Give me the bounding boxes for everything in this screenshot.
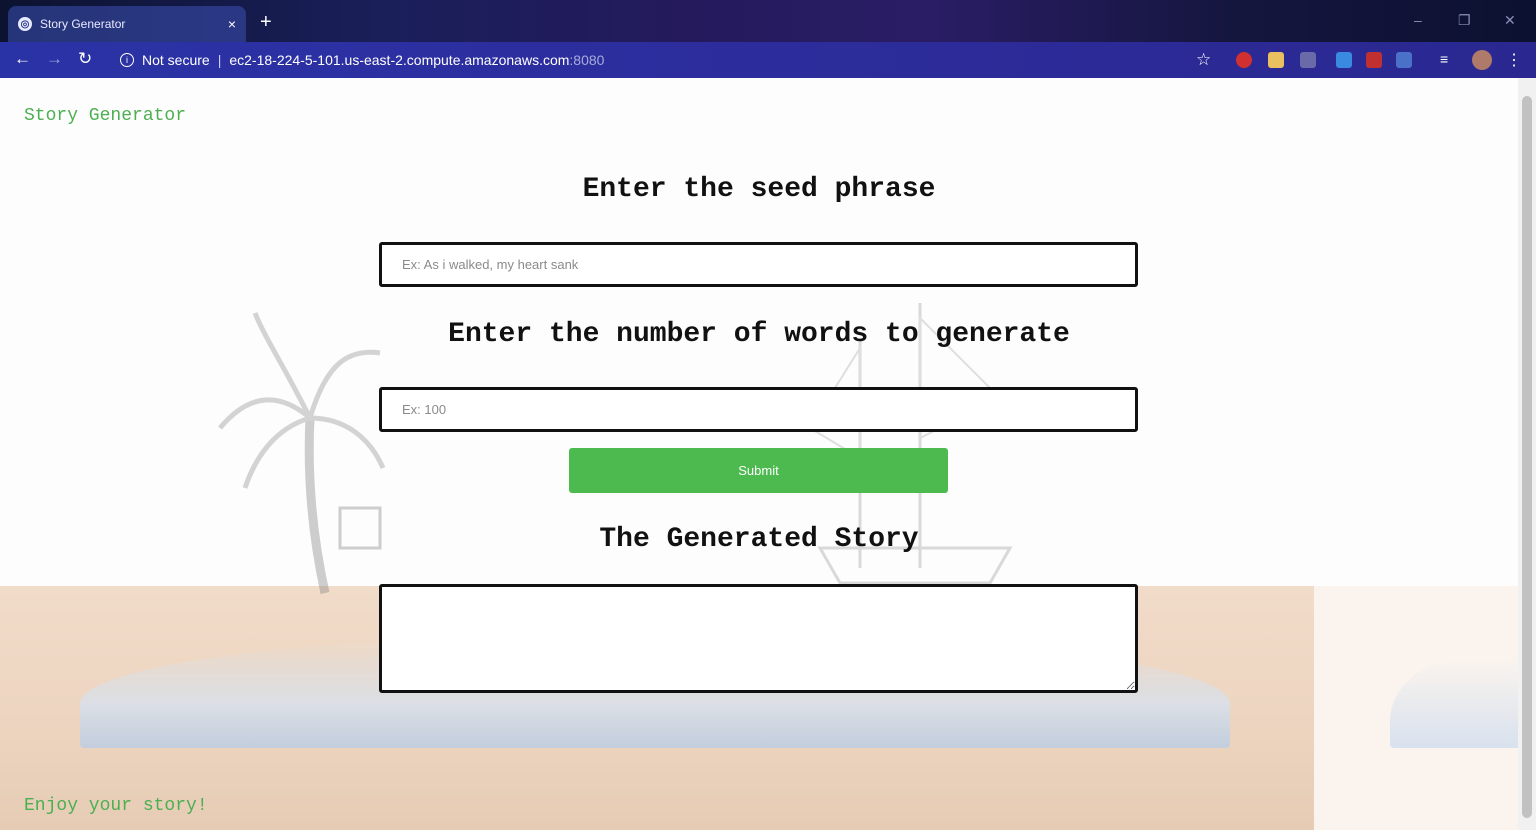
info-icon[interactable]: i — [120, 53, 134, 67]
url-separator: | — [217, 52, 222, 68]
scrollbar-thumb[interactable] — [1522, 96, 1532, 818]
footer-text: Enjoy your story! — [24, 796, 208, 816]
palm-tree-illustration — [218, 312, 385, 594]
extension-adblock-icon[interactable] — [1236, 52, 1252, 68]
globe-icon: ◎ — [18, 17, 32, 31]
maximize-icon[interactable]: ❐ — [1458, 12, 1471, 29]
word-count-heading: Enter the number of words to generate — [448, 319, 1070, 350]
extension-pdf-icon[interactable] — [1366, 52, 1382, 68]
security-label: Not secure — [142, 52, 210, 68]
page-body: Story Generator Enter the seed phrase En… — [0, 78, 1518, 830]
reload-icon[interactable]: ↻ — [78, 50, 92, 68]
extension-eyedropper-icon[interactable] — [1336, 52, 1352, 68]
generated-story-textarea[interactable] — [379, 584, 1138, 693]
tab-close-icon[interactable]: × — [228, 16, 236, 32]
seed-phrase-heading: Enter the seed phrase — [582, 174, 936, 205]
browser-menu-icon[interactable]: ⋮ — [1506, 50, 1522, 70]
url-host: ec2-18-224-5-101.us-east-2.compute.amazo… — [229, 52, 570, 68]
forward-arrow-icon[interactable]: → — [46, 50, 63, 68]
media-playlist-icon[interactable]: ≡ — [1440, 52, 1456, 68]
browser-tab-bar: ◎ Story Generator × + – ❐ ✕ — [0, 0, 1536, 42]
browser-tab[interactable]: ◎ Story Generator × — [8, 6, 246, 42]
browser-toolbar: ← → ↻ i Not secure | ec2-18-224-5-101.us… — [0, 42, 1536, 78]
url-port: :8080 — [569, 52, 605, 68]
word-count-input[interactable] — [379, 387, 1138, 432]
minimize-icon[interactable]: – — [1414, 12, 1422, 28]
seed-phrase-input[interactable] — [379, 242, 1138, 287]
extension-puzzle-icon[interactable] — [1300, 52, 1316, 68]
page-scrollbar[interactable] — [1518, 78, 1536, 830]
extension-zip-icon[interactable] — [1396, 52, 1412, 68]
bookmark-star-icon[interactable]: ☆ — [1196, 50, 1211, 70]
back-arrow-icon[interactable]: ← — [14, 50, 31, 68]
address-bar[interactable]: i Not secure | ec2-18-224-5-101.us-east-… — [108, 47, 1220, 73]
tab-title: Story Generator — [40, 17, 126, 31]
generated-story-heading: The Generated Story — [599, 524, 919, 555]
extension-tool-icon[interactable] — [1268, 52, 1284, 68]
profile-avatar[interactable] — [1472, 50, 1492, 70]
submit-button[interactable]: Submit — [569, 448, 948, 493]
new-tab-button[interactable]: + — [260, 12, 272, 32]
window-close-icon[interactable]: ✕ — [1504, 12, 1516, 29]
brand-title[interactable]: Story Generator — [24, 106, 186, 126]
